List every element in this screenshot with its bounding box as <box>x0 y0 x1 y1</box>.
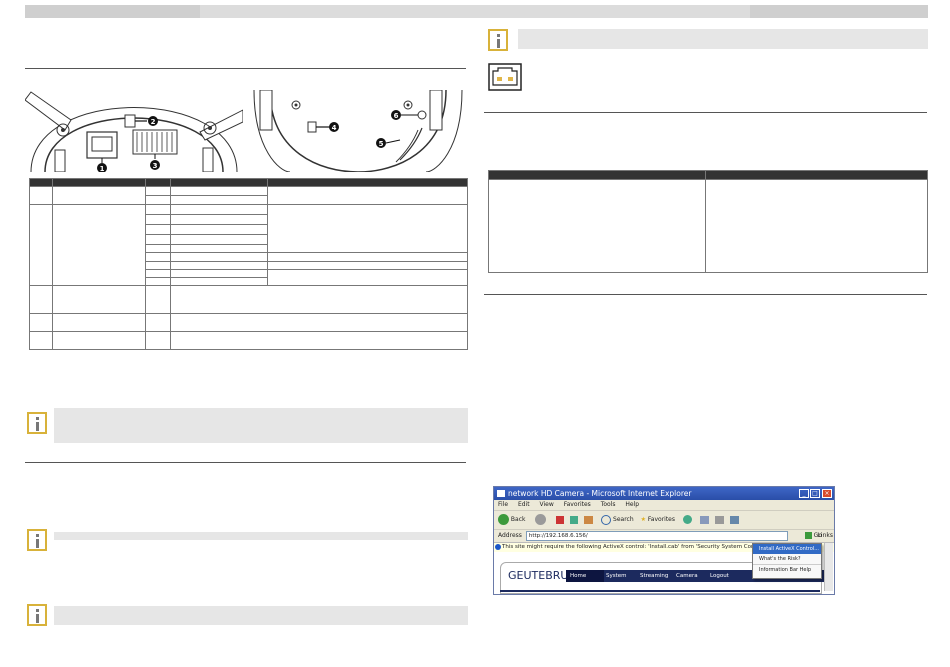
search-button[interactable]: Search <box>613 516 634 523</box>
section-divider <box>484 294 927 295</box>
info-icon <box>27 604 47 626</box>
edit-icon[interactable] <box>729 515 739 524</box>
maximize-icon[interactable]: □ <box>810 489 820 498</box>
address-input[interactable]: http://192.168.6.156/ <box>525 530 788 541</box>
infobar-context-menu: Install ActiveX Control... What's the Ri… <box>752 543 822 579</box>
go-icon[interactable] <box>805 532 812 539</box>
section-divider <box>484 112 927 113</box>
shield-icon <box>495 544 501 550</box>
nav-camera[interactable]: Camera <box>676 570 698 582</box>
menu-tools[interactable]: Tools <box>601 501 616 508</box>
nav-system[interactable]: System <box>606 570 627 582</box>
menu-favorites[interactable]: Favorites <box>564 501 591 508</box>
menu-help[interactable]: Help <box>625 501 639 508</box>
info-icon <box>27 529 47 551</box>
info-icon <box>27 412 47 434</box>
callout-3: 3 <box>153 162 158 170</box>
back-button[interactable]: Back <box>511 516 526 523</box>
callout-6: 6 <box>394 112 399 120</box>
callout-4: 4 <box>332 124 337 132</box>
ie-scrollbar[interactable] <box>824 543 833 591</box>
callout-1: 1 <box>100 165 105 172</box>
ie-window-title: network HD Camera - Microsoft Internet E… <box>508 489 692 498</box>
note-bar <box>54 532 468 540</box>
nav-underline <box>500 590 820 592</box>
ie-addressbar: Address http://192.168.6.156/ Go Links <box>494 529 834 542</box>
note-box <box>54 408 468 443</box>
back-icon[interactable] <box>498 514 509 525</box>
nav-logout[interactable]: Logout <box>710 570 729 582</box>
note-bar <box>54 606 468 625</box>
camera-interior-diagram: 4 5 6 <box>253 90 463 172</box>
note-bar <box>518 29 928 49</box>
menu-file[interactable]: File <box>498 501 508 508</box>
close-icon[interactable]: × <box>822 489 832 498</box>
mail-icon[interactable] <box>699 515 709 524</box>
section-divider <box>25 462 466 463</box>
callout-5: 5 <box>379 140 384 148</box>
favorites-icon[interactable]: ★ <box>641 516 646 523</box>
menu-edit[interactable]: Edit <box>518 501 530 508</box>
settings-table <box>488 170 928 273</box>
info-icon <box>488 29 508 51</box>
print-icon[interactable] <box>714 515 724 524</box>
menu-item-information-bar-help[interactable]: Information Bar Help <box>753 564 821 575</box>
favorites-button[interactable]: Favorites <box>648 516 675 523</box>
nav-streaming[interactable]: Streaming <box>640 570 668 582</box>
history-icon[interactable] <box>682 515 692 524</box>
connector-table <box>29 178 468 350</box>
minimize-icon[interactable]: _ <box>799 489 809 498</box>
section-divider <box>25 68 466 69</box>
page-header-bar-center <box>200 5 750 18</box>
ie-toolbar: Back Search ★ Favorites <box>494 510 834 529</box>
links-label[interactable]: Links <box>818 530 833 542</box>
menu-item-install-activex[interactable]: Install ActiveX Control... <box>753 544 821 554</box>
nav-home[interactable]: Home <box>566 570 604 582</box>
search-icon[interactable] <box>601 514 612 525</box>
forward-icon[interactable] <box>535 514 547 525</box>
menu-view[interactable]: View <box>540 501 554 508</box>
refresh-icon[interactable] <box>570 515 579 524</box>
ie-titlebar: network HD Camera - Microsoft Internet E… <box>494 487 834 500</box>
ie-menubar: File Edit View Favorites Tools Help <box>494 500 834 510</box>
home-icon[interactable] <box>584 515 594 524</box>
stop-icon[interactable] <box>556 515 565 524</box>
callout-2: 2 <box>151 118 156 126</box>
ethernet-port-icon <box>488 63 522 91</box>
address-label: Address <box>498 532 522 539</box>
menu-item-whats-the-risk[interactable]: What's the Risk? <box>753 554 821 564</box>
ie-logo-icon <box>497 490 505 497</box>
camera-connectors-diagram: 1 2 3 <box>25 91 243 172</box>
